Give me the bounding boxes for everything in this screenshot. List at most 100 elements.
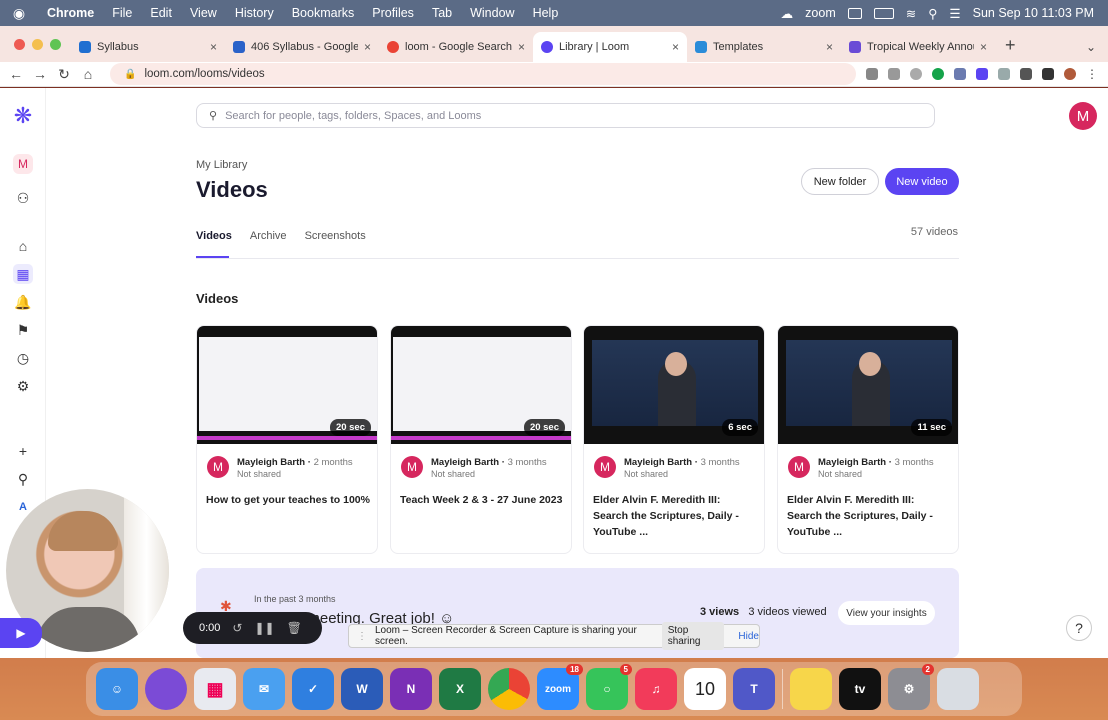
- pause-icon[interactable]: ❚❚: [254, 621, 274, 635]
- minimize-window-button[interactable]: [32, 39, 43, 50]
- messages-icon[interactable]: ○ 5: [586, 664, 632, 710]
- finder-icon[interactable]: ☺: [96, 668, 138, 710]
- control-center-icon[interactable]: ☰: [949, 6, 960, 21]
- video-thumbnail[interactable]: 20 sec: [391, 326, 571, 444]
- back-arrow-icon[interactable]: ←: [4, 66, 28, 82]
- share-status[interactable]: Not shared: [624, 469, 668, 479]
- video-thumbnail[interactable]: 20 sec: [197, 326, 377, 444]
- video-thumbnail[interactable]: 11 sec: [778, 326, 958, 444]
- battery-icon[interactable]: [873, 7, 894, 19]
- library-icon[interactable]: ▦: [13, 264, 33, 284]
- profile-avatar-icon[interactable]: [1064, 68, 1076, 80]
- excel-icon[interactable]: X: [439, 668, 481, 710]
- apple-menu-icon[interactable]: ◉: [0, 5, 38, 22]
- tab-templates[interactable]: Templates ×: [687, 32, 841, 62]
- calendar-icon[interactable]: 10: [684, 668, 726, 710]
- camera-icon[interactable]: [866, 68, 878, 80]
- extension-icon[interactable]: [954, 68, 966, 80]
- tab-library-loom[interactable]: Library | Loom ×: [533, 32, 687, 62]
- share-status[interactable]: Not shared: [237, 469, 281, 479]
- restart-icon[interactable]: ↺: [232, 621, 242, 635]
- stop-sharing-button[interactable]: Stop sharing: [661, 622, 725, 650]
- share-status[interactable]: Not shared: [818, 469, 862, 479]
- system-settings-icon[interactable]: ⚙ 2: [888, 664, 934, 710]
- drag-handle-icon[interactable]: ⋮: [357, 631, 367, 642]
- tasks-icon[interactable]: ✓: [292, 668, 334, 710]
- menu-window[interactable]: Window: [461, 6, 523, 20]
- tab-406-syllabus[interactable]: 406 Syllabus - Google Do ×: [225, 32, 379, 62]
- camera-toggle-icon[interactable]: ▶: [0, 618, 42, 648]
- tab-search-chevron-icon[interactable]: ⌄: [1074, 40, 1108, 62]
- extension-icon[interactable]: [998, 68, 1010, 80]
- clock[interactable]: Sun Sep 10 11:03 PM: [973, 6, 1094, 20]
- home-icon[interactable]: ⌂: [76, 66, 100, 82]
- trash-icon[interactable]: 🗑: [287, 621, 302, 635]
- members-icon[interactable]: ⚇: [13, 188, 33, 208]
- help-button[interactable]: ?: [1066, 615, 1092, 641]
- tab-syllabus[interactable]: Syllabus ×: [71, 32, 225, 62]
- video-title[interactable]: Elder Alvin F. Meredith III: Search the …: [593, 492, 757, 540]
- grammarly-extension-icon[interactable]: [932, 68, 944, 80]
- menu-help[interactable]: Help: [524, 6, 568, 20]
- menu-file[interactable]: File: [103, 6, 141, 20]
- zoom-icon[interactable]: zoom 18: [537, 664, 583, 710]
- spotlight-icon[interactable]: ⚲: [928, 6, 937, 21]
- bookmarks-icon[interactable]: ⚑: [13, 320, 33, 340]
- video-card[interactable]: 20 sec M Mayleigh Barth · 2 months Not s…: [196, 325, 378, 554]
- close-tab-icon[interactable]: ×: [980, 40, 987, 54]
- apple-tv-icon[interactable]: tv: [839, 668, 881, 710]
- tab-google-search[interactable]: loom - Google Search ×: [379, 32, 533, 62]
- new-folder-button[interactable]: New folder: [801, 168, 879, 195]
- sidebar-icon[interactable]: [1042, 68, 1054, 80]
- tab-archive[interactable]: Archive: [250, 230, 287, 242]
- mail-icon[interactable]: ✉: [243, 668, 285, 710]
- video-card[interactable]: 20 sec M Mayleigh Barth · 3 months Not s…: [390, 325, 572, 554]
- share-status[interactable]: Not shared: [431, 469, 475, 479]
- home-icon[interactable]: ⌂: [13, 236, 33, 256]
- tab-screenshots[interactable]: Screenshots: [305, 230, 366, 242]
- user-avatar[interactable]: M: [1069, 102, 1097, 130]
- workspace-avatar[interactable]: M: [13, 154, 33, 174]
- trash-icon[interactable]: [937, 668, 979, 710]
- onenote-icon[interactable]: N: [390, 668, 432, 710]
- new-video-button[interactable]: New video: [885, 168, 959, 195]
- close-tab-icon[interactable]: ×: [826, 40, 833, 54]
- hide-notice-link[interactable]: Hide: [738, 631, 759, 642]
- video-thumbnail[interactable]: 6 sec: [584, 326, 764, 444]
- tab-videos[interactable]: Videos: [196, 230, 232, 242]
- search-bar[interactable]: ⚲ Search for people, tags, folders, Spac…: [196, 103, 935, 128]
- close-tab-icon[interactable]: ×: [364, 40, 371, 54]
- bookmark-star-icon[interactable]: [910, 68, 922, 80]
- close-tab-icon[interactable]: ×: [518, 40, 525, 54]
- close-window-button[interactable]: [14, 39, 25, 50]
- music-icon[interactable]: ♫: [635, 668, 677, 710]
- video-card[interactable]: 11 sec M Mayleigh Barth · 3 months Not s…: [777, 325, 959, 554]
- wifi-icon[interactable]: ≋: [906, 6, 916, 21]
- loom-extension-icon[interactable]: [976, 68, 988, 80]
- add-icon[interactable]: +: [13, 441, 33, 461]
- word-icon[interactable]: W: [341, 668, 383, 710]
- teams-icon[interactable]: T: [733, 668, 775, 710]
- zoom-status-label[interactable]: zoom: [805, 6, 836, 20]
- menu-tab[interactable]: Tab: [423, 6, 461, 20]
- video-title[interactable]: Elder Alvin F. Meredith III: Search the …: [787, 492, 951, 540]
- forward-arrow-icon[interactable]: →: [28, 66, 52, 82]
- chrome-icon[interactable]: [488, 668, 530, 710]
- search-icon[interactable]: ⚲: [13, 469, 33, 489]
- video-card[interactable]: 6 sec M Mayleigh Barth · 3 months Not sh…: [583, 325, 765, 554]
- address-bar[interactable]: 🔒 loom.com/looms/videos: [110, 63, 856, 85]
- more-menu-icon[interactable]: ⋮: [1086, 68, 1098, 80]
- lock-icon[interactable]: 🔒: [124, 69, 136, 80]
- share-icon[interactable]: [888, 68, 900, 80]
- loom-logo-icon[interactable]: ❋: [13, 103, 33, 128]
- close-tab-icon[interactable]: ×: [672, 40, 679, 54]
- zoom-window-button[interactable]: [50, 39, 61, 50]
- notes-icon[interactable]: [790, 668, 832, 710]
- puzzle-icon[interactable]: [1020, 68, 1032, 80]
- breadcrumb[interactable]: My Library: [196, 159, 247, 171]
- cloud-icon[interactable]: ☁: [781, 6, 794, 21]
- close-tab-icon[interactable]: ×: [210, 40, 217, 54]
- menu-history[interactable]: History: [226, 6, 283, 20]
- menu-bookmarks[interactable]: Bookmarks: [283, 6, 364, 20]
- menu-app-name[interactable]: Chrome: [38, 6, 103, 20]
